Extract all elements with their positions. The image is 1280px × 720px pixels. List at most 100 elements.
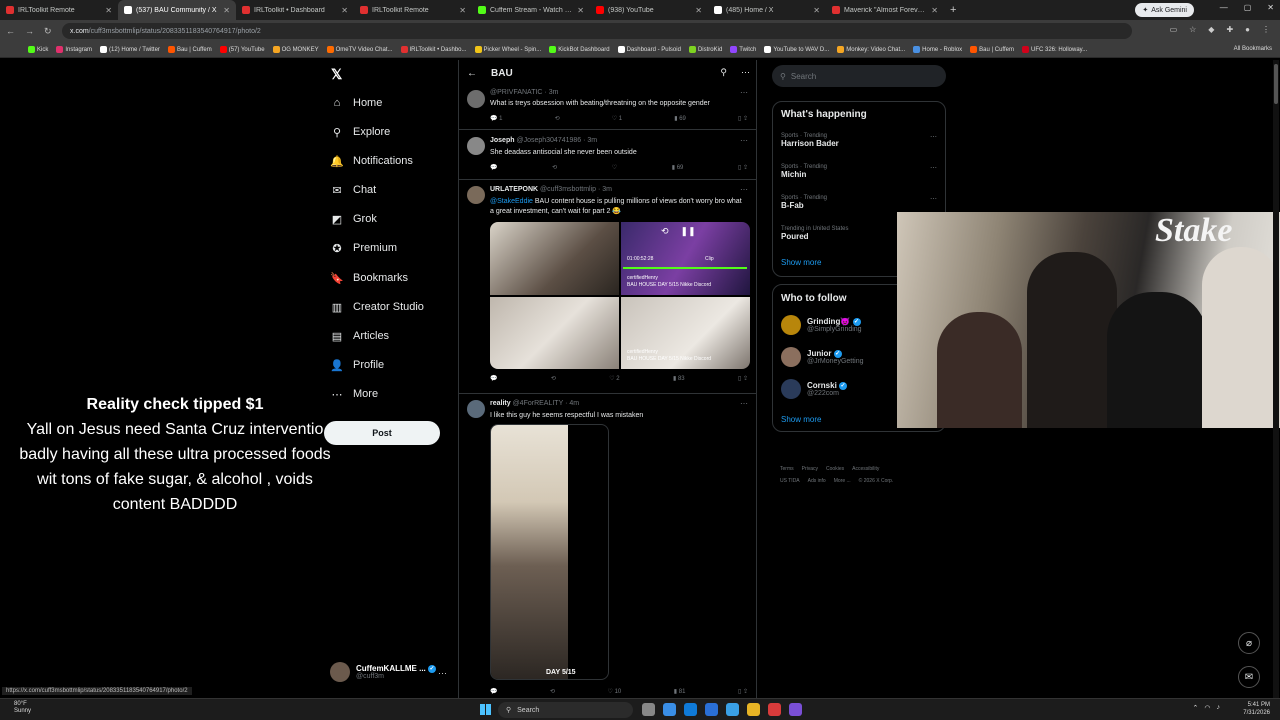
footer-link[interactable]: US TIDA bbox=[780, 478, 800, 484]
x-logo-icon[interactable]: 𝕏 bbox=[331, 66, 342, 83]
account-more-icon[interactable]: ⋯ bbox=[438, 668, 447, 679]
bookmark-item[interactable]: Dashboard - Pulsoid bbox=[617, 45, 681, 53]
trend-more-icon[interactable]: ⋯ bbox=[930, 195, 937, 203]
progress-bar[interactable] bbox=[623, 267, 747, 269]
trend-item[interactable]: Sports · Trending Michin ⋯ bbox=[781, 164, 941, 179]
nav-item-articles[interactable]: ▤ Articles bbox=[331, 330, 389, 343]
follow-suggestion[interactable]: Grinding😈 ✓ @SimplyGrinding bbox=[781, 315, 862, 335]
reply-icon[interactable]: 💬 bbox=[490, 375, 497, 382]
tweet-more-icon[interactable]: ⋯ bbox=[740, 399, 748, 408]
taskbar-search[interactable]: ⚲ Search bbox=[498, 702, 633, 718]
reply-icon[interactable]: 💬 1 bbox=[490, 115, 502, 122]
app-icon[interactable] bbox=[684, 703, 697, 716]
tweet-photo[interactable]: DAY 5/15 bbox=[490, 424, 609, 680]
bookmark-icon[interactable]: ▯ ⇪ bbox=[738, 688, 748, 695]
bookmark-item[interactable]: Picker Wheel - Spin... bbox=[474, 45, 541, 53]
photo-4[interactable]: certifiedHenry BAU HOUSE DAY 5/15 Nikke D… bbox=[621, 296, 750, 369]
cast-icon[interactable]: ▭ bbox=[1170, 25, 1178, 34]
bookmark-item[interactable]: IRLToolkit • Dashbo... bbox=[400, 45, 467, 53]
back-arrow-icon[interactable]: ← bbox=[467, 68, 477, 79]
tweet-more-icon[interactable]: ⋯ bbox=[740, 136, 748, 145]
close-tab-icon[interactable]: ✕ bbox=[223, 6, 230, 15]
show-more-link[interactable]: Show more bbox=[781, 258, 821, 267]
reply-icon[interactable]: 💬 bbox=[490, 164, 497, 171]
close-tab-icon[interactable]: ✕ bbox=[931, 6, 938, 15]
tab[interactable]: (537) BAU Community / X ✕ bbox=[118, 0, 236, 20]
nav-item-creator-studio[interactable]: ▥ Creator Studio bbox=[331, 301, 424, 314]
bookmark-item[interactable]: (12) Home / Twitter bbox=[100, 45, 160, 53]
close-tab-icon[interactable]: ✕ bbox=[577, 6, 584, 15]
app-icon[interactable] bbox=[768, 703, 781, 716]
new-tab-button[interactable]: + bbox=[944, 4, 962, 16]
like-icon[interactable]: ♡ 10 bbox=[608, 688, 622, 695]
retweet-icon[interactable]: ⟲ bbox=[551, 375, 556, 382]
windows-start-icon[interactable] bbox=[480, 704, 491, 715]
bookmark-item[interactable]: OG MONKEY bbox=[272, 45, 319, 53]
tab[interactable]: Cuffem Stream - Watch Live on✕ bbox=[472, 0, 590, 20]
nav-item-home[interactable]: ⌂ Home bbox=[331, 97, 383, 109]
nav-item-notifications[interactable]: 🔔 Notifications bbox=[330, 155, 413, 168]
chrome-icon[interactable] bbox=[747, 703, 760, 716]
bookmark-item[interactable]: Home - Roblox bbox=[913, 45, 962, 53]
app-icon[interactable] bbox=[726, 703, 739, 716]
close-tab-icon[interactable]: ✕ bbox=[459, 6, 466, 15]
tweet[interactable]: reality @4ForREALITY · 4m ⋯ I like this … bbox=[459, 394, 756, 700]
search-input[interactable]: ⚲ Search bbox=[772, 65, 946, 87]
profile-icon[interactable]: ● bbox=[1245, 25, 1250, 34]
footer-link[interactable]: Ads info bbox=[808, 478, 826, 484]
photo-3[interactable] bbox=[490, 296, 619, 369]
tweet-more-icon[interactable]: ⋯ bbox=[740, 185, 748, 194]
photo-1[interactable] bbox=[490, 222, 619, 295]
clip-button[interactable]: Clip bbox=[705, 256, 714, 262]
bookmark-item[interactable]: YouTube to WAV D... bbox=[764, 45, 829, 53]
footer-link[interactable]: Privacy bbox=[802, 466, 818, 472]
bookmark-icon[interactable]: ▯ ⇪ bbox=[738, 375, 748, 382]
close-tab-icon[interactable]: ✕ bbox=[813, 6, 820, 15]
app-icon[interactable] bbox=[663, 703, 676, 716]
trend-more-icon[interactable]: ⋯ bbox=[930, 133, 937, 141]
close-tab-icon[interactable]: ✕ bbox=[105, 6, 112, 15]
bookmark-item[interactable]: Monkey: Video Chat... bbox=[837, 45, 905, 53]
tweet[interactable]: URLATEPONK @cuff3msbottmlip · 3m ⋯ @Stak… bbox=[459, 180, 756, 394]
retweet-icon[interactable]: ⟲ bbox=[550, 688, 555, 695]
app-icon[interactable] bbox=[705, 703, 718, 716]
bookmark-item[interactable]: UFC 326: Holloway... bbox=[1021, 45, 1087, 53]
star-icon[interactable]: ☆ bbox=[1189, 25, 1196, 34]
nav-item-grok[interactable]: ◩ Grok bbox=[331, 213, 377, 226]
footer-link[interactable]: Cookies bbox=[826, 466, 844, 472]
like-icon[interactable]: ♡ 1 bbox=[612, 115, 622, 122]
show-more-link[interactable]: Show more bbox=[781, 415, 821, 424]
all-bookmarks[interactable]: All Bookmarks bbox=[1234, 46, 1272, 52]
tab[interactable]: (485) Home / X ✕ bbox=[708, 0, 826, 20]
account-switcher[interactable]: CuffemKALLME ... ✓ @cuff3m bbox=[330, 662, 437, 682]
like-icon[interactable]: ♡ bbox=[612, 164, 617, 171]
back-icon[interactable]: ← bbox=[6, 26, 15, 36]
bookmark-item[interactable]: KickBot Dashboard bbox=[549, 45, 610, 53]
bookmark-icon[interactable]: ▯ ⇪ bbox=[738, 115, 748, 122]
views-icon[interactable]: ▮ 81 bbox=[674, 688, 686, 695]
tab[interactable]: IRLToolkit Remote ✕ bbox=[354, 0, 472, 20]
grok-icon[interactable]: ⌀ bbox=[1238, 632, 1260, 654]
media-grid[interactable]: ⟲ ❚❚ 01:00:52:28 Clip certifiedHenry BAU H… bbox=[490, 222, 750, 369]
pause-icon[interactable]: ❚❚ bbox=[681, 226, 696, 237]
footer-link[interactable]: Accessibility bbox=[852, 466, 879, 472]
nav-item-explore[interactable]: ⚲ Explore bbox=[331, 126, 390, 139]
nav-item-bookmarks[interactable]: 🔖 Bookmarks bbox=[330, 272, 408, 285]
trend-item[interactable]: Sports · Trending Harrison Bader ⋯ bbox=[781, 133, 941, 148]
extensions-icon[interactable]: ✚ bbox=[1226, 25, 1233, 34]
app-icon[interactable] bbox=[789, 703, 802, 716]
video-player[interactable]: ⟲ ❚❚ 01:00:52:28 Clip certifiedHenry BAU H… bbox=[621, 222, 750, 295]
bookmark-item[interactable]: Bau | Cuffem bbox=[970, 45, 1014, 53]
bookmark-item[interactable]: OmeTV Video Chat... bbox=[326, 45, 393, 53]
bookmark-item[interactable]: Bau | Cuffem bbox=[167, 45, 212, 53]
wifi-icon[interactable]: ◠ bbox=[1204, 704, 1210, 712]
more-icon[interactable]: ⋯ bbox=[741, 67, 750, 78]
trend-item[interactable]: Sports · Trending B-Fab ⋯ bbox=[781, 195, 941, 210]
tab[interactable]: IRLToolkit • Dashboard ✕ bbox=[236, 0, 354, 20]
nav-item-profile[interactable]: 👤 Profile bbox=[330, 359, 384, 372]
replay-icon[interactable]: ⟲ bbox=[661, 226, 669, 237]
tweet[interactable]: Joseph @Joseph304741986 · 3m ⋯ She deada… bbox=[459, 130, 756, 180]
footer-link[interactable]: Terms bbox=[780, 466, 794, 472]
url-input[interactable]: x.com/cuff3msbottmlip/status/20833511835… bbox=[62, 23, 1132, 39]
messages-icon[interactable]: ✉ bbox=[1238, 666, 1260, 688]
